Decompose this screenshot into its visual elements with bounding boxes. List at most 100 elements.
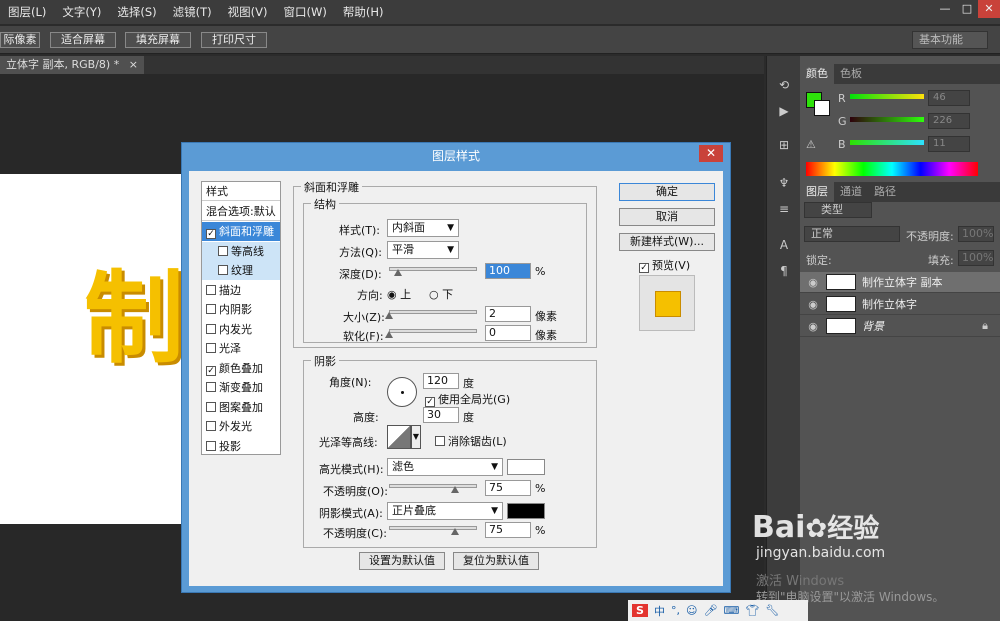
layer-filter-select[interactable]: 类型 bbox=[804, 202, 872, 218]
fit-screen-button[interactable]: 适合屏幕 bbox=[50, 32, 116, 48]
menu-help[interactable]: 帮助(H) bbox=[335, 4, 392, 20]
shadow-mode-select[interactable]: 正片叠底 ▼ bbox=[387, 502, 503, 520]
fill-screen-button[interactable]: 填充屏幕 bbox=[125, 32, 191, 48]
style-item-checkbox[interactable] bbox=[206, 323, 216, 334]
style-item[interactable]: 投影 bbox=[202, 437, 280, 456]
minimize-button[interactable]: — bbox=[934, 0, 956, 18]
dialog-close-button[interactable]: ✕ bbox=[699, 145, 723, 162]
cancel-button[interactable]: 取消 bbox=[619, 208, 715, 226]
style-item-checkbox[interactable] bbox=[206, 382, 216, 392]
layer-comps-icon[interactable]: ⊞ bbox=[775, 136, 793, 154]
eye-icon[interactable]: ◉ bbox=[800, 276, 826, 289]
layer-row[interactable]: ◉ 制作立体字 副本 bbox=[800, 272, 1000, 293]
skin-icon[interactable]: 👕︎ bbox=[745, 604, 759, 617]
tab-color[interactable]: 颜色 bbox=[800, 64, 834, 84]
shadow-opacity-input[interactable]: 75 bbox=[485, 522, 531, 538]
tab-swatches[interactable]: 色板 bbox=[834, 64, 868, 84]
soften-slider-thumb[interactable] bbox=[385, 331, 393, 338]
style-item-checkbox[interactable] bbox=[206, 343, 216, 353]
shadow-opacity-thumb[interactable] bbox=[451, 528, 459, 535]
antialias-checkbox[interactable]: 消除锯齿(L) bbox=[435, 433, 507, 449]
document-tab-close-icon[interactable]: × bbox=[129, 58, 138, 71]
style-item[interactable]: 光泽 bbox=[202, 339, 280, 358]
style-item[interactable]: 外发光 bbox=[202, 417, 280, 436]
highlight-opacity-thumb[interactable] bbox=[451, 486, 459, 493]
character-icon[interactable]: A bbox=[775, 236, 793, 254]
sogou-icon[interactable]: S bbox=[632, 604, 648, 617]
direction-up-radio[interactable]: ◉ 上 bbox=[387, 286, 411, 302]
style-item[interactable]: 等高线 bbox=[202, 241, 280, 261]
punctuation-icon[interactable]: °, bbox=[671, 604, 680, 617]
styles-header[interactable]: 样式 bbox=[202, 182, 280, 201]
menu-filter[interactable]: 滤镜(T) bbox=[165, 4, 220, 20]
style-item[interactable]: 渐变叠加 bbox=[202, 378, 280, 397]
document-canvas[interactable]: 制 bbox=[0, 174, 182, 524]
style-item-checkbox[interactable] bbox=[206, 304, 216, 314]
style-item[interactable]: 内阴影 bbox=[202, 300, 280, 319]
style-item-checkbox[interactable] bbox=[206, 284, 216, 295]
style-item[interactable]: 图案叠加 bbox=[202, 398, 280, 417]
document-tab[interactable]: 立体字 副本, RGB/8) * × bbox=[0, 56, 144, 74]
depth-input[interactable]: 100 bbox=[485, 263, 531, 279]
depth-slider[interactable] bbox=[389, 267, 477, 271]
keyboard-icon[interactable]: ⌨ bbox=[723, 604, 739, 617]
soften-slider[interactable] bbox=[389, 329, 477, 333]
style-item-checkbox[interactable]: ✓ bbox=[206, 365, 216, 376]
channel-b-slider[interactable] bbox=[850, 140, 924, 145]
background-color-swatch[interactable] bbox=[814, 100, 830, 116]
menu-layer[interactable]: 图层(L) bbox=[0, 4, 54, 20]
channel-g-slider[interactable] bbox=[850, 117, 924, 122]
style-item[interactable]: ✓ 斜面和浮雕 bbox=[202, 222, 280, 241]
direction-down-radio[interactable]: ○ 下 bbox=[429, 286, 453, 302]
channel-r-slider[interactable] bbox=[850, 94, 924, 99]
size-slider[interactable] bbox=[389, 310, 477, 314]
blend-options-item[interactable]: 混合选项:默认 bbox=[202, 202, 280, 221]
channel-g-value[interactable]: 226 bbox=[928, 113, 970, 129]
emoji-icon[interactable]: ☺ bbox=[686, 604, 697, 617]
angle-input[interactable]: 120 bbox=[423, 373, 459, 389]
style-item[interactable]: 内发光 bbox=[202, 320, 280, 339]
layer-row[interactable]: ◉ 背景 🔒︎ bbox=[800, 316, 1000, 337]
layer-row[interactable]: ◉ 制作立体字 bbox=[800, 294, 1000, 315]
opacity-value[interactable]: 100% bbox=[958, 226, 994, 242]
soften-input[interactable]: 0 bbox=[485, 325, 531, 341]
style-item-checkbox[interactable]: ✓ bbox=[206, 229, 216, 239]
method-select[interactable]: 平滑 ▼ bbox=[387, 241, 459, 259]
style-item-checkbox[interactable] bbox=[206, 421, 216, 431]
brush-icon[interactable]: ♆ bbox=[775, 174, 793, 192]
highlight-opacity-input[interactable]: 75 bbox=[485, 480, 531, 496]
paragraph-icon[interactable]: ¶ bbox=[775, 262, 793, 280]
tab-channels[interactable]: 通道 bbox=[834, 182, 868, 202]
style-item[interactable]: 纹理 bbox=[202, 261, 280, 280]
highlight-mode-select[interactable]: 滤色 ▼ bbox=[387, 458, 503, 476]
brush-presets-icon[interactable]: ≡ bbox=[775, 200, 793, 218]
actions-play-icon[interactable]: ▶ bbox=[775, 102, 793, 120]
tab-paths[interactable]: 路径 bbox=[868, 182, 902, 202]
shadow-color-swatch[interactable] bbox=[507, 503, 545, 519]
eye-icon[interactable]: ◉ bbox=[800, 320, 826, 333]
color-spectrum[interactable] bbox=[806, 162, 978, 176]
menu-view[interactable]: 视图(V) bbox=[220, 4, 276, 20]
style-item-checkbox[interactable] bbox=[206, 440, 216, 451]
style-item-checkbox[interactable] bbox=[206, 401, 216, 412]
ok-button[interactable]: 确定 bbox=[619, 183, 715, 201]
preview-checkbox[interactable]: ✓ 预览(V) bbox=[639, 257, 690, 273]
gloss-contour-picker[interactable] bbox=[387, 425, 411, 449]
chevron-down-icon[interactable]: ▼ bbox=[411, 425, 421, 449]
global-light-checkbox[interactable]: ✓ 使用全局光(G) bbox=[425, 391, 510, 407]
history-icon[interactable]: ⟲ bbox=[775, 76, 793, 94]
tab-layers[interactable]: 图层 bbox=[800, 182, 834, 202]
actual-pixels-button[interactable]: 际像素 bbox=[0, 32, 40, 48]
size-slider-thumb[interactable] bbox=[385, 312, 393, 319]
make-default-button[interactable]: 设置为默认值 bbox=[359, 552, 445, 570]
style-item[interactable]: 描边 bbox=[202, 281, 280, 300]
new-style-button[interactable]: 新建样式(W)... bbox=[619, 233, 715, 251]
style-item-checkbox[interactable] bbox=[218, 245, 228, 256]
close-button[interactable]: ✕ bbox=[978, 0, 1000, 18]
menu-window[interactable]: 窗口(W) bbox=[276, 4, 335, 20]
maximize-button[interactable]: □ bbox=[956, 0, 978, 18]
bevel-style-select[interactable]: 内斜面 ▼ bbox=[387, 219, 459, 237]
altitude-input[interactable]: 30 bbox=[423, 407, 459, 423]
style-item[interactable]: ✓ 颜色叠加 bbox=[202, 359, 280, 378]
print-size-button[interactable]: 打印尺寸 bbox=[201, 32, 267, 48]
